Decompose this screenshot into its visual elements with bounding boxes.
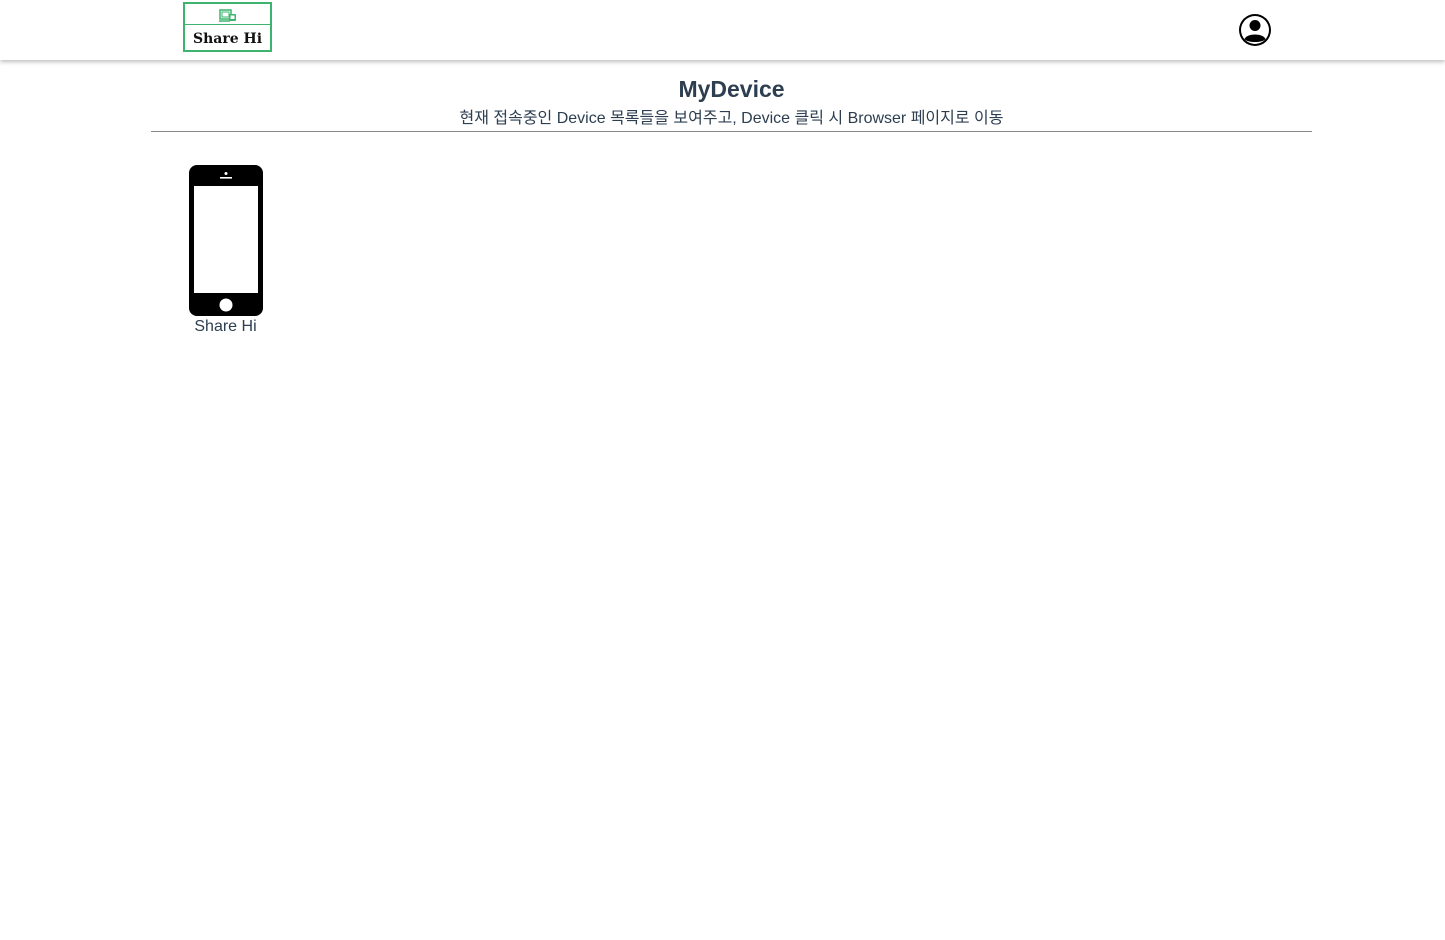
top-navbar: Share Hi	[0, 0, 1445, 60]
device-card[interactable]: Share Hi	[170, 165, 281, 337]
smartphone-icon	[188, 165, 263, 316]
devices-icon	[219, 9, 236, 22]
user-profile-button[interactable]	[1238, 13, 1272, 47]
page-title: MyDevice	[678, 76, 785, 102]
header-divider	[151, 131, 1312, 132]
account-circle-icon	[1239, 14, 1271, 46]
brand-name: Share Hi	[192, 31, 263, 47]
brand-logo[interactable]: Share Hi	[183, 2, 272, 52]
page-subtitle: 현재 접속중인 Device 목록들을 보여주고, Device 클릭 시 Br…	[459, 110, 1004, 127]
logo-divider	[185, 24, 270, 25]
page-header: MyDevice 현재 접속중인 Device 목록들을 보여주고, Devic…	[151, 74, 1312, 129]
device-list: Share Hi	[170, 165, 281, 337]
device-name: Share Hi	[194, 318, 257, 335]
